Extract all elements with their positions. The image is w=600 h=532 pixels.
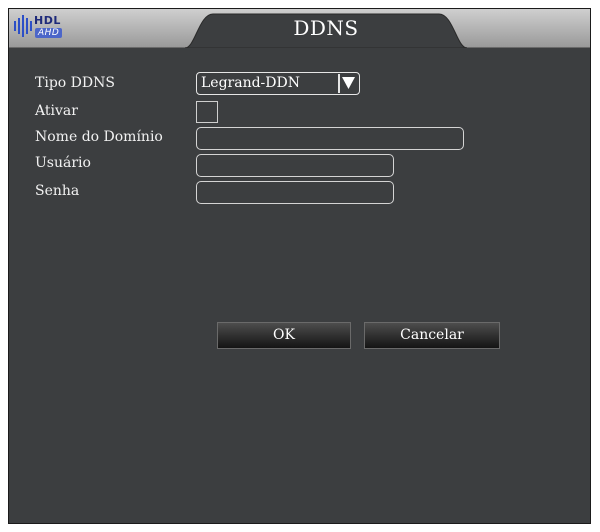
password-label: Senha (35, 183, 80, 199)
enable-checkbox[interactable] (196, 101, 218, 123)
hdl-logo: HDL AHD (11, 11, 85, 43)
enable-label: Ativar (35, 103, 78, 119)
cancel-button[interactable]: Cancelar (364, 322, 500, 349)
brand-subtitle: AHD (35, 28, 63, 38)
dialog-title: DDNS (293, 16, 359, 40)
ddns-type-value: Legrand-DDN (201, 75, 300, 91)
user-field[interactable] (196, 154, 394, 177)
hdl-logo-icon (14, 15, 32, 37)
user-label: Usuário (35, 155, 91, 171)
ddns-dialog: HDL AHD DDNS Tipo DDNS Legrand-DDN Ativa… (8, 8, 591, 524)
ddns-type-label: Tipo DDNS (35, 75, 115, 91)
title-tab: DDNS (185, 12, 467, 48)
chevron-down-icon[interactable] (338, 74, 357, 93)
ok-button[interactable]: OK (217, 322, 351, 349)
password-field[interactable] (196, 181, 394, 204)
domain-label: Nome do Domínio (35, 129, 163, 145)
domain-field[interactable] (196, 127, 464, 150)
title-bar: HDL AHD DDNS (9, 9, 590, 48)
brand-name: HDL (34, 14, 61, 27)
ddns-type-select[interactable]: Legrand-DDN (196, 72, 360, 95)
